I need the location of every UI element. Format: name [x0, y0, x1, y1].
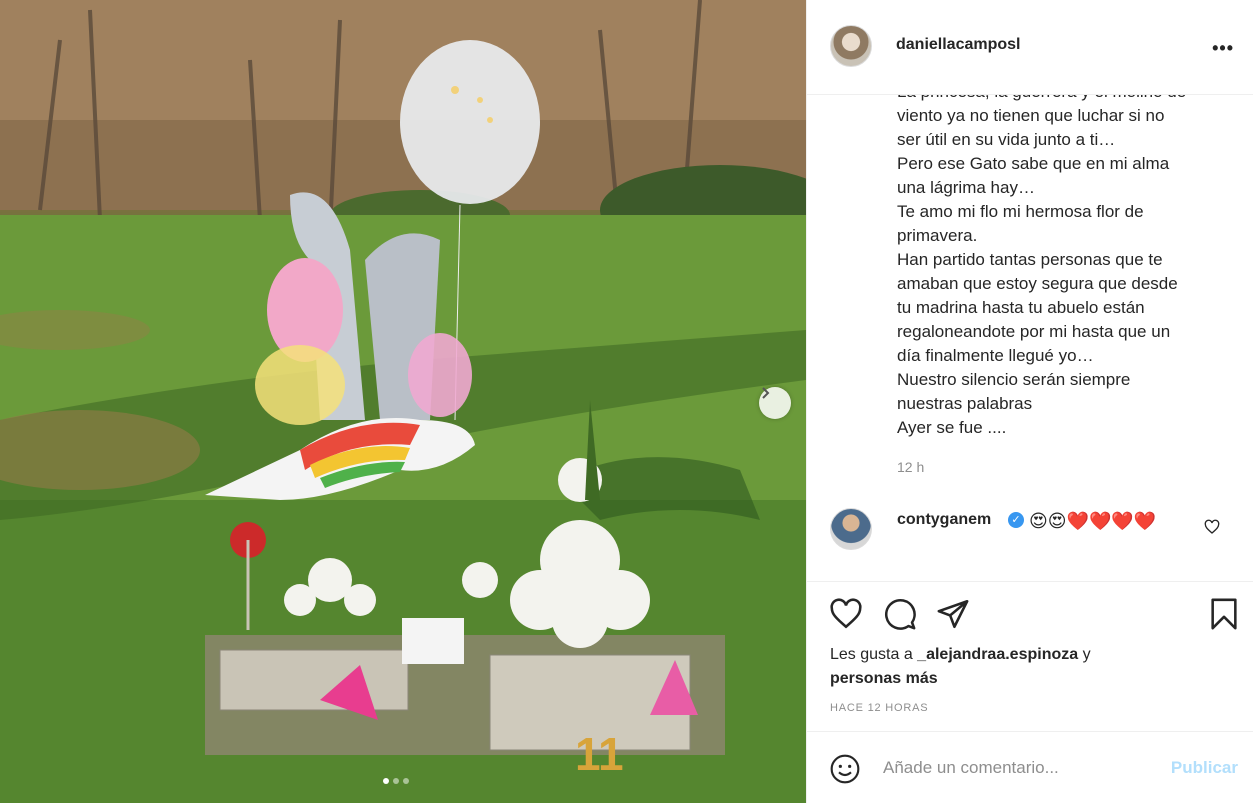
publish-button[interactable]: Publicar: [1171, 758, 1238, 778]
post-header: daniellacamposl •••: [807, 0, 1253, 95]
svg-text:11: 11: [575, 728, 624, 780]
carousel-dot-active: [383, 778, 389, 784]
emoji-smiley-icon[interactable]: [829, 753, 861, 785]
commenter-username[interactable]: contyganem: [897, 511, 991, 529]
share-paper-plane-icon[interactable]: [936, 597, 970, 631]
caption-line: Han partido tantas personas que te: [897, 250, 1163, 269]
likes-summary: Les gusta a _alejandraa.espinoza y perso…: [830, 643, 1230, 691]
caption-line: Ayer se fue ....: [897, 418, 1007, 437]
post-caption: La princesa, la guerrera y el molino de …: [897, 95, 1227, 440]
likes-prefix: Les gusta a: [830, 646, 918, 663]
caption-line: La princesa, la guerrera y el molino de: [897, 95, 1227, 104]
caption-line: nuestras palabras: [897, 394, 1033, 413]
caption-line: día finalmente llegué yo…: [897, 346, 1094, 365]
post-time-ago[interactable]: HACE 12 HORAS: [830, 702, 928, 714]
caption-line: una lágrima hay…: [897, 178, 1035, 197]
liker-username[interactable]: _alejandraa.espinoza: [917, 646, 1078, 663]
comment-item: 😍😍❤️❤️❤️❤️ contyganem ✓: [807, 505, 1253, 582]
chevron-right-icon: [762, 387, 770, 399]
carousel-indicator: [383, 778, 409, 784]
carousel-dot: [393, 778, 399, 784]
likes-others-link[interactable]: personas más: [830, 670, 938, 687]
caption-timestamp[interactable]: 12 h: [897, 459, 924, 475]
post-photo[interactable]: 11: [0, 0, 806, 803]
author-avatar[interactable]: [830, 25, 872, 67]
carousel-dot: [403, 778, 409, 784]
comment-like-heart-icon[interactable]: [1204, 519, 1220, 535]
likes-conjunction: y: [1078, 646, 1091, 663]
caption-line: regaloneandote por mi hasta que un: [897, 322, 1171, 341]
next-photo-button[interactable]: [759, 387, 791, 419]
caption-line: Nuestro silencio serán siempre: [897, 370, 1131, 389]
caption-line: Te amo mi flo mi hermosa flor de: [897, 202, 1144, 221]
caption-line: viento ya no tienen que luchar si no: [897, 106, 1165, 125]
post-side-panel: daniellacamposl ••• La princesa, la guer…: [806, 0, 1253, 803]
caption-line: tu madrina hasta tu abuelo están: [897, 298, 1145, 317]
caption-line: ser útil en su vida junto a ti…: [897, 130, 1116, 149]
more-options-button[interactable]: •••: [1212, 38, 1234, 59]
caption-area: La princesa, la guerrera y el molino de …: [807, 95, 1253, 505]
comment-input[interactable]: [883, 754, 1153, 782]
save-bookmark-icon[interactable]: [1209, 597, 1239, 631]
post-actions: Les gusta a _alejandraa.espinoza y perso…: [807, 582, 1253, 732]
caption-line: Pero ese Gato sabe que en mi alma: [897, 154, 1170, 173]
caption-line: primavera.: [897, 226, 978, 245]
author-username[interactable]: daniellacamposl: [896, 36, 1021, 54]
commenter-avatar[interactable]: [830, 508, 872, 550]
add-comment-bar: Publicar: [807, 732, 1253, 803]
photo-illustration: 11: [0, 0, 806, 803]
like-heart-icon[interactable]: [829, 597, 863, 631]
caption-line: amaban que estoy segura que desde: [897, 274, 1178, 293]
verified-badge-icon: ✓: [1008, 512, 1024, 528]
comment-bubble-icon[interactable]: [883, 597, 917, 631]
